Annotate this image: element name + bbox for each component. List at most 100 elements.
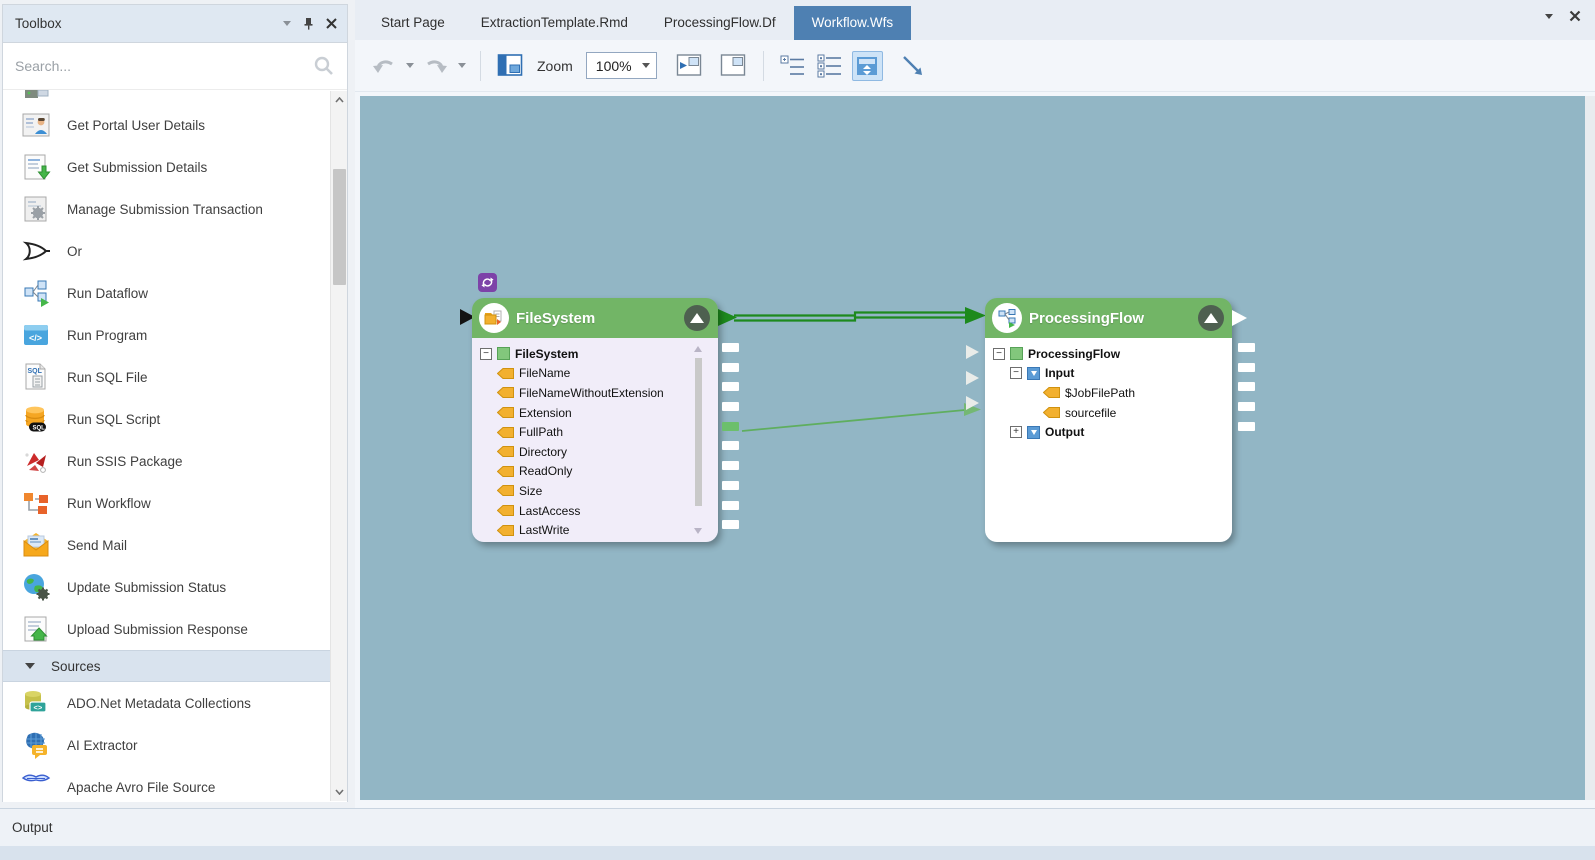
processingflow-output-port[interactable]: [1232, 310, 1247, 326]
toolbox-item-get-submission-details[interactable]: Get Submission Details: [3, 146, 347, 188]
toolbox-item-partial-top[interactable]: [3, 90, 347, 104]
redo-button[interactable]: [421, 52, 451, 80]
loop-badge-icon[interactable]: [478, 273, 497, 292]
tab-workflow-active[interactable]: Workflow.Wfs: [794, 6, 912, 40]
toolbar-separator: [480, 51, 481, 81]
doc-gear-icon: [21, 194, 51, 224]
output-port[interactable]: [1238, 363, 1255, 372]
field-label[interactable]: sourcefile: [1065, 406, 1116, 420]
undo-button[interactable]: [369, 52, 399, 80]
toolbox-item-send-mail[interactable]: Send Mail: [3, 524, 347, 566]
zoom-combo[interactable]: 100%: [586, 52, 657, 79]
expander-plus[interactable]: [1010, 426, 1022, 438]
toolbox-item-run-sql-script[interactable]: SQL Run SQL Script: [3, 398, 347, 440]
output-port[interactable]: [722, 402, 739, 411]
toolbox-item-run-dataflow[interactable]: Run Dataflow: [3, 272, 347, 314]
toolbox-item-apache-avro-file-source[interactable]: Apache Avro File Source: [3, 766, 347, 802]
toolbox-item-run-workflow[interactable]: Run Workflow: [3, 482, 347, 524]
node-scrollbar[interactable]: [694, 346, 703, 534]
workflow-canvas[interactable]: FileSystem FileSystem FileName FileNameW…: [360, 96, 1585, 800]
toolbox-section-sources[interactable]: Sources: [3, 650, 347, 682]
toolbox-item-label: Run Program: [67, 328, 147, 343]
undo-dropdown-icon[interactable]: [406, 63, 414, 68]
input-port[interactable]: [966, 345, 979, 359]
window-menu-icon[interactable]: [283, 21, 291, 26]
tab-extraction-template[interactable]: ExtractionTemplate.Rmd: [463, 6, 646, 40]
fit-node-height-button[interactable]: [852, 51, 883, 81]
input-port[interactable]: [966, 371, 979, 385]
workflow-link[interactable]: [718, 307, 986, 326]
scrollbar-thumb[interactable]: [695, 358, 702, 506]
close-document-icon[interactable]: [1569, 10, 1581, 22]
output-port[interactable]: [1238, 382, 1255, 391]
doc-download-icon: [21, 152, 51, 182]
field-label[interactable]: Size: [519, 484, 542, 498]
output-port[interactable]: [722, 363, 739, 372]
output-panel-bar[interactable]: Output: [0, 808, 1595, 846]
toolbox-item-adonet-metadata-collections[interactable]: <> ADO.Net Metadata Collections: [3, 682, 347, 724]
field-link-fullpath-sourcefile[interactable]: [742, 403, 981, 431]
output-port[interactable]: [722, 481, 739, 490]
tab-processing-flow[interactable]: ProcessingFlow.Df: [646, 6, 794, 40]
toolbox-item-upload-submission-response[interactable]: Upload Submission Response: [3, 608, 347, 650]
close-icon[interactable]: [326, 18, 337, 29]
expand-all-nodes-button[interactable]: [674, 51, 705, 80]
toolbox-item-get-portal-user-details[interactable]: Get Portal User Details: [3, 104, 347, 146]
show-tree-lines-button[interactable]: [778, 52, 808, 80]
output-port[interactable]: [722, 343, 739, 352]
toolbox-item-run-ssis-package[interactable]: Run SSIS Package: [3, 440, 347, 482]
toolbox-item-update-submission-status[interactable]: Update Submission Status: [3, 566, 347, 608]
toolbox-item-or[interactable]: Or: [3, 230, 347, 272]
pin-icon[interactable]: [303, 17, 314, 30]
expander-minus[interactable]: [1010, 367, 1022, 379]
toolbox-item-ai-extractor[interactable]: AI Extractor: [3, 724, 347, 766]
redo-dropdown-icon[interactable]: [458, 63, 466, 68]
field-label[interactable]: $JobFilePath: [1065, 386, 1135, 400]
draw-link-button[interactable]: [898, 51, 928, 80]
toolbox-item-manage-submission-transaction[interactable]: Manage Submission Transaction: [3, 188, 347, 230]
field-label[interactable]: Extension: [519, 406, 572, 420]
field-label[interactable]: Directory: [519, 445, 567, 459]
field-label[interactable]: FullPath: [519, 425, 563, 439]
preview-panel-button[interactable]: [495, 51, 526, 80]
output-port[interactable]: [1238, 422, 1255, 431]
collapse-node-button[interactable]: [684, 305, 710, 331]
field-label[interactable]: FileNameWithoutExtension: [519, 386, 664, 400]
field-label[interactable]: LastAccess: [519, 504, 580, 518]
scroll-up-icon[interactable]: [331, 91, 348, 109]
output-group-label[interactable]: Output: [1045, 425, 1084, 439]
field-label[interactable]: ReadOnly: [519, 464, 572, 478]
input-group-label[interactable]: Input: [1045, 366, 1074, 380]
output-port[interactable]: [722, 441, 739, 450]
tab-list-dropdown-icon[interactable]: [1545, 14, 1553, 19]
output-port[interactable]: [722, 461, 739, 470]
output-port[interactable]: [1238, 343, 1255, 352]
output-port[interactable]: [722, 382, 739, 391]
collapse-all-nodes-button[interactable]: [718, 51, 749, 80]
output-port[interactable]: [1238, 402, 1255, 411]
search-input[interactable]: [15, 58, 313, 74]
node-processingflow-header[interactable]: ProcessingFlow: [985, 298, 1232, 338]
output-port[interactable]: [722, 520, 739, 529]
node-processingflow[interactable]: ProcessingFlow ProcessingFlow Input $Job…: [985, 298, 1232, 542]
toolbox-scrollbar[interactable]: [330, 91, 347, 801]
field-label[interactable]: FileName: [519, 366, 570, 380]
toolbox-item-run-program[interactable]: </> Run Program: [3, 314, 347, 356]
node-filesystem[interactable]: FileSystem FileSystem FileName FileNameW…: [472, 298, 718, 542]
scroll-down-icon[interactable]: [694, 528, 702, 534]
collapse-node-button[interactable]: [1198, 305, 1224, 331]
scroll-up-icon[interactable]: [694, 346, 702, 352]
tab-start-page[interactable]: Start Page: [363, 6, 463, 40]
expander-minus[interactable]: [480, 348, 492, 360]
show-expanders-button[interactable]: [815, 52, 845, 80]
toolbox-item-run-sql-file[interactable]: SQL Run SQL File: [3, 356, 347, 398]
scrollbar-thumb[interactable]: [333, 169, 346, 285]
expander-minus[interactable]: [993, 348, 1005, 360]
node-filesystem-header[interactable]: FileSystem: [472, 298, 718, 338]
input-group-icon: [1027, 367, 1040, 380]
scroll-down-icon[interactable]: [331, 783, 348, 801]
field-label[interactable]: LastWrite: [519, 523, 569, 537]
output-port[interactable]: [722, 501, 739, 510]
input-port[interactable]: [966, 396, 979, 410]
output-port-fullpath-connected[interactable]: [722, 422, 739, 431]
